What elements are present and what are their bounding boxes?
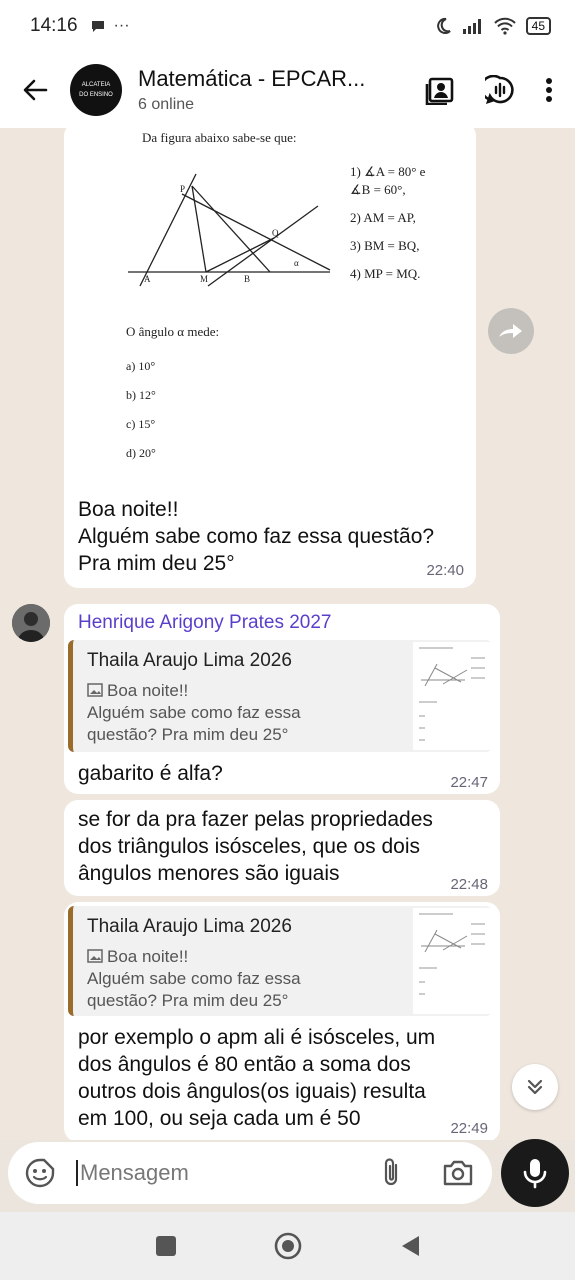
answer-options: a) 10° b) 12° c) 15° d) 20° [126, 352, 156, 468]
image-icon [87, 949, 103, 963]
message-bubble-image[interactable]: Da figura abaixo sabe-se que: P Q A M B … [64, 128, 476, 588]
back-nav-icon[interactable] [399, 1234, 421, 1258]
message-time: 22:48 [450, 876, 488, 893]
label-p: P [180, 184, 185, 194]
group-avatar[interactable]: ALCATEIA DO ENSINO [70, 64, 122, 116]
avatar[interactable] [12, 604, 50, 642]
message-bubble[interactable]: se for da pra fazer pelas propriedades d… [64, 800, 500, 896]
option-a: a) 10° [126, 359, 156, 373]
group-call-icon[interactable] [485, 75, 515, 105]
message-text: Boa noite!! Alguém sabe como faz essa qu… [78, 498, 435, 575]
question-intro: Da figura abaixo sabe-se que: [142, 130, 297, 145]
chat-title: Matemática - EPCAR... [138, 66, 366, 91]
more-vert-icon[interactable] [545, 77, 553, 103]
label-b: B [244, 274, 250, 284]
forward-button[interactable] [488, 308, 534, 354]
back-arrow-icon [23, 79, 48, 101]
forward-icon [499, 324, 522, 338]
chat-header: ALCATEIA DO ENSINO Matemática - EPCAR...… [0, 52, 575, 128]
online-count: 6 online [138, 96, 195, 113]
image-icon [87, 683, 103, 697]
question-text: O ângulo α mede: [126, 324, 220, 339]
triangle-figure: P Q A M B α [128, 173, 331, 287]
quoted-image-thumbnail [413, 642, 493, 750]
question-image[interactable]: Da figura abaixo sabe-se que: P Q A M B … [68, 128, 472, 482]
quoted-message[interactable]: Thaila Araujo Lima 2026 Boa noite!! Algu… [68, 640, 493, 752]
label-alpha: α [294, 258, 299, 268]
quoted-sender: Thaila Araujo Lima 2026 [87, 650, 292, 671]
option-c: c) 15° [126, 417, 156, 431]
battery-indicator: 45 [525, 17, 551, 35]
message-time: 22:40 [426, 562, 464, 579]
camera-icon[interactable] [442, 1159, 474, 1187]
group-avatar-text: ALCATEIA DO ENSINO [79, 82, 113, 98]
message-input-bar[interactable]: Mensagem [8, 1142, 492, 1204]
system-nav-bar [0, 1212, 575, 1280]
quoted-sender: Thaila Araujo Lima 2026 [87, 916, 292, 937]
home-icon[interactable] [273, 1231, 303, 1261]
message-time: 22:49 [450, 1120, 488, 1137]
sticker-icon[interactable] [24, 1157, 56, 1189]
given-conditions: 1) ∡A = 80° e ∡B = 60°, 2) AM = AP, 3) B… [350, 164, 426, 281]
option-d: d) 20° [126, 446, 156, 460]
message-bubble-reply[interactable]: Thaila Araujo Lima 2026 Boa noite!! Algu… [64, 902, 500, 1140]
message-time: 22:47 [450, 774, 488, 791]
quoted-message[interactable]: Thaila Araujo Lima 2026 Boa noite!! Algu… [68, 906, 493, 1016]
message-input[interactable]: Mensagem [76, 1160, 356, 1186]
label-a: A [144, 274, 151, 284]
status-time: 14:16 [30, 15, 78, 36]
more-status-text: ··· [113, 17, 130, 34]
option-b: b) 12° [126, 388, 156, 402]
mic-icon [523, 1159, 547, 1189]
recents-icon[interactable] [155, 1235, 177, 1257]
message-text: gabarito é alfa? [78, 762, 223, 785]
back-button[interactable] [0, 77, 70, 103]
label-q: Q [272, 228, 279, 238]
label-m: M [200, 274, 208, 284]
scroll-down-button[interactable] [512, 1064, 558, 1110]
user-photo-icon [12, 604, 50, 642]
sender-name[interactable]: Henrique Arigony Prates 2027 [78, 612, 332, 634]
status-bar: 14:16 ··· 45 [0, 0, 575, 52]
contact-card-icon[interactable] [425, 75, 455, 105]
chat-area[interactable]: Da figura abaixo sabe-se que: P Q A M B … [0, 128, 575, 1140]
moon-icon [436, 17, 451, 34]
message-text: por exemplo o apm ali é isósceles, um do… [78, 1026, 436, 1130]
signal-icon [462, 19, 481, 34]
chat-notification-icon [91, 21, 104, 32]
message-bubble-reply[interactable]: Henrique Arigony Prates 2027 Thaila Arau… [64, 604, 500, 794]
message-text: se for da pra fazer pelas propriedades d… [78, 808, 433, 885]
attach-icon[interactable] [380, 1157, 402, 1189]
chat-title-area[interactable]: Matemática - EPCAR... 6 online [138, 66, 378, 114]
scroll-down-icon [527, 1079, 543, 1095]
quoted-image-thumbnail [413, 908, 493, 1014]
voice-message-button[interactable] [501, 1139, 569, 1207]
wifi-icon [493, 17, 516, 35]
